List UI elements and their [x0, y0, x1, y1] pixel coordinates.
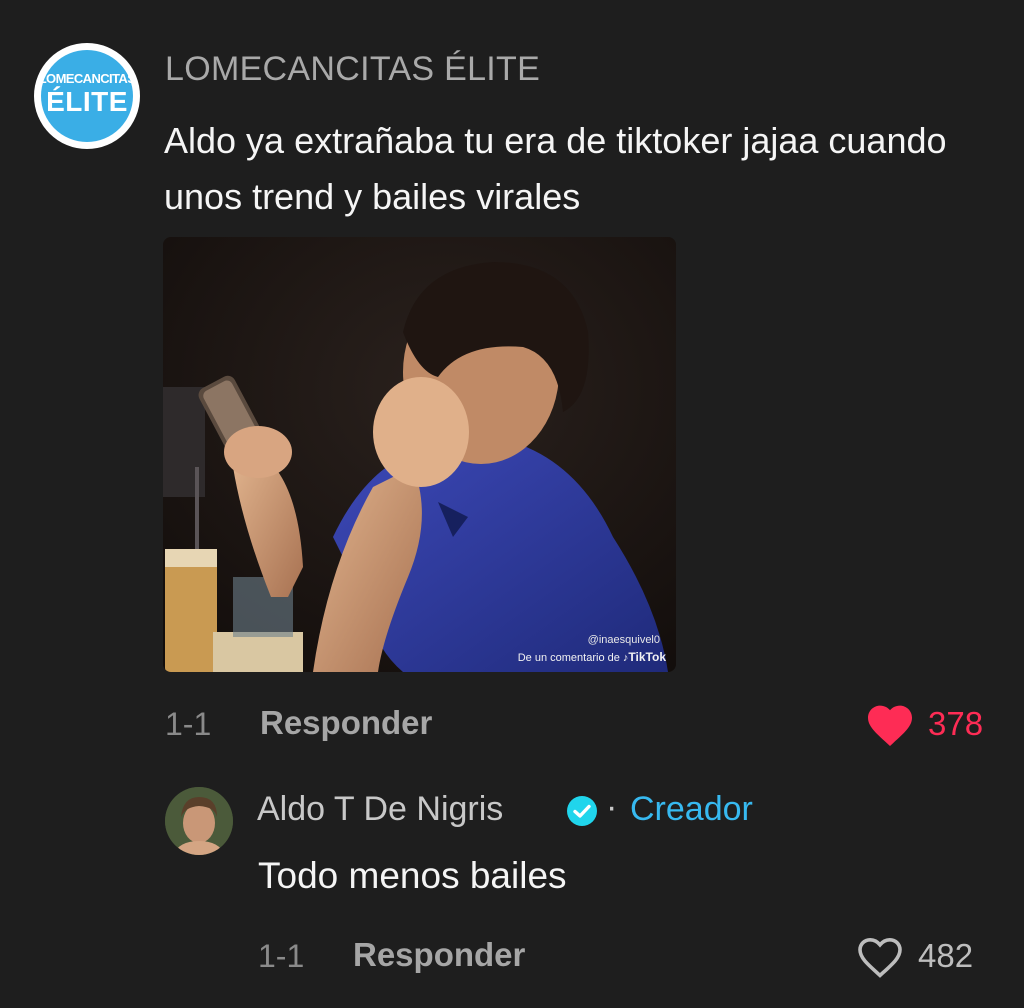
heart-outline-icon[interactable]	[856, 935, 904, 979]
gif-watermark-source: De un comentario de ♪TikTok	[518, 650, 666, 664]
reply-like-count: 482	[918, 937, 974, 974]
creator-avatar[interactable]	[165, 787, 233, 855]
avatar-logo: LOMECANCITAS ÉLITE	[38, 50, 136, 142]
reply-reply-button[interactable]: Responder	[353, 936, 525, 974]
reply-date: 1-1	[258, 938, 305, 974]
creator-label: Creador	[630, 790, 753, 828]
commenter-username[interactable]: LOMECANCITAS ÉLITE	[165, 50, 540, 89]
heart-filled-icon[interactable]	[866, 703, 914, 747]
gif-watermark-user: @inaesquivel0	[587, 634, 660, 646]
watermark-source-text: De un comentario de	[517, 652, 620, 664]
reply-button[interactable]: Responder	[260, 704, 432, 742]
creator-avatar-image	[165, 787, 233, 855]
comment-text: Aldo ya extrañaba tu era de tiktoker jaj…	[164, 120, 947, 217]
watermark-brand: TikTok	[628, 650, 666, 664]
avatar-logo-line2: ÉLITE	[46, 86, 128, 117]
comment-date: 1-1	[165, 706, 212, 742]
verified-badge-icon	[567, 796, 597, 826]
separator-dot: ·	[606, 788, 618, 826]
like-count: 378	[928, 705, 984, 742]
commenter-avatar[interactable]: LOMECANCITAS ÉLITE	[34, 43, 140, 149]
gif-illustration	[163, 237, 676, 672]
comment-gif[interactable]: @inaesquivel0 De un comentario de ♪TikTo…	[163, 237, 676, 672]
creator-username[interactable]: Aldo T De Nigris	[257, 790, 503, 829]
reply-text: Todo menos bailes	[258, 855, 567, 896]
avatar-logo-line1: LOMECANCITAS	[38, 71, 136, 86]
